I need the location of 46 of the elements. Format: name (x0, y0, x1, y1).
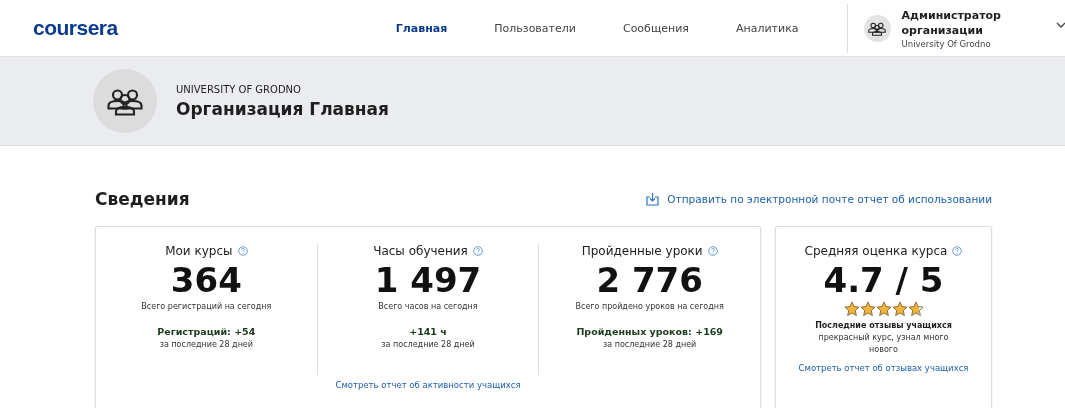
help-icon (707, 246, 718, 256)
nav-link[interactable]: Главная (395, 21, 448, 35)
section-title: Сведения (95, 189, 190, 209)
stat-change: Пройденных уроков: +169 (576, 326, 723, 337)
stat-value: 1 497 (374, 260, 482, 300)
avatar[interactable] (863, 14, 891, 42)
account-name: Администратор организации (901, 7, 1002, 38)
star-icon (859, 301, 876, 317)
stat-caption: Всего регистраций на сегодня (141, 302, 272, 311)
activity-report-link[interactable]: Смотреть отчет об активности учащихся (96, 380, 760, 390)
stat-caption: Всего часов на сегодня (378, 302, 478, 311)
account-org: University Of Grodno (901, 38, 992, 49)
coursera-logo[interactable]: coursera (33, 16, 118, 40)
people-icon (107, 86, 143, 116)
stat-label: Мои курсы (165, 244, 233, 258)
help-icon (237, 246, 248, 256)
rating-value: 4.7 / 5 (823, 260, 944, 300)
stat-caption: Всего пройдено уроков на сегодня (575, 302, 724, 311)
stat-period: за последние 28 дней (159, 340, 253, 349)
stat-period: за последние 28 дней (381, 340, 475, 349)
page-title: Организация Главная (176, 98, 389, 119)
nav-link[interactable]: Пользователи (494, 21, 576, 35)
nav-link[interactable]: Аналитика (735, 21, 799, 35)
stat-value: 2 776 (596, 260, 703, 300)
star-icon (843, 301, 860, 317)
nav-link[interactable]: Сообщения (622, 21, 689, 35)
help-icon (472, 246, 483, 256)
chevron-down-icon (1055, 21, 1065, 29)
stat-change: +141 ч (409, 326, 447, 337)
stat-value: 364 (170, 260, 242, 300)
email-report-link[interactable]: Отправить по электронной почте отчет об использовании (646, 192, 992, 206)
star-icon (891, 301, 908, 317)
help-icon (952, 246, 963, 256)
stat-change: Регистраций: +54 (157, 326, 256, 337)
organization-name: UNIVERSITY OF GRODNO (176, 83, 302, 95)
stat-label: Часы обучения (373, 244, 468, 258)
reviews-report-link[interactable]: Смотреть отчет об отзывах учащихся (798, 363, 969, 373)
star-icon (907, 301, 924, 317)
reviews-heading: Последние отзывы учащихся (815, 321, 952, 330)
stat-label: Средняя оценка курса (804, 244, 948, 258)
review-text: прекрасный курс, узнал много нового (817, 332, 950, 356)
download-icon (646, 192, 660, 206)
people-icon (868, 20, 887, 36)
star-icon (875, 301, 892, 317)
stat-label: Пройденные уроки (581, 244, 703, 258)
stat-period: за последние 28 дней (603, 340, 697, 349)
